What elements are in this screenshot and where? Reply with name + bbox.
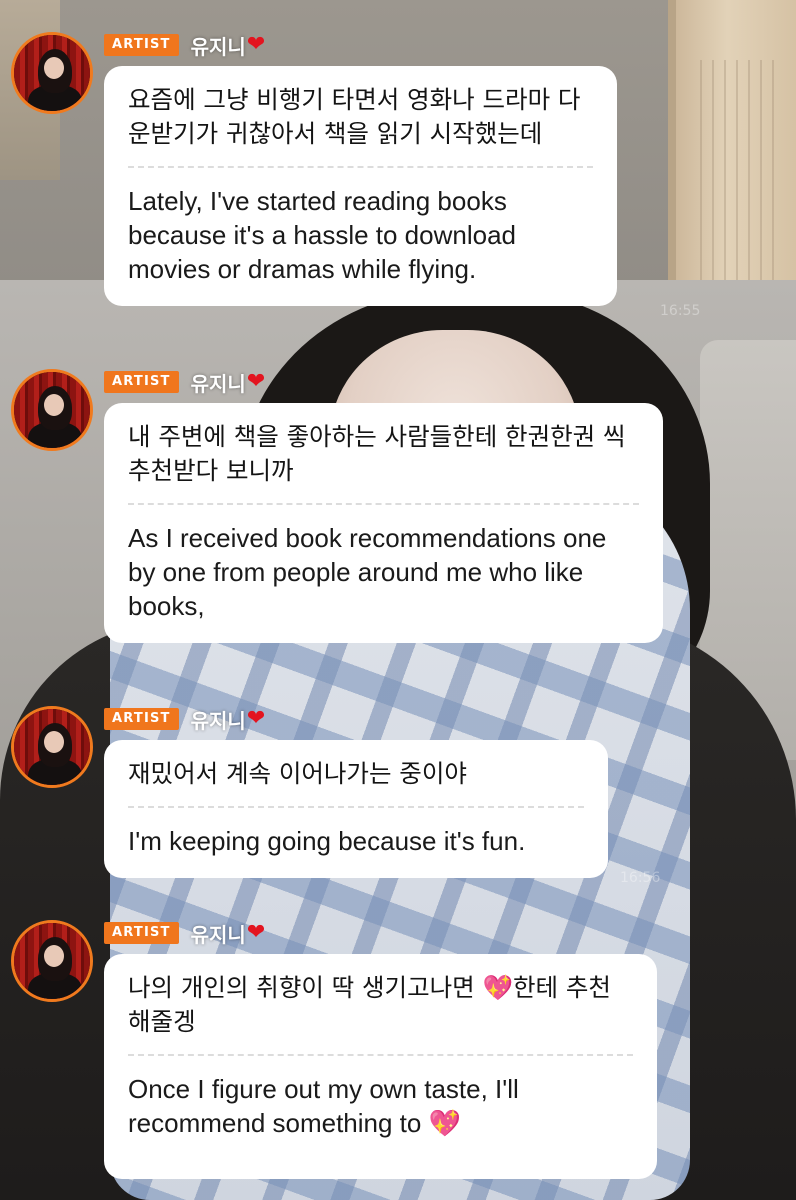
avatar[interactable] xyxy=(11,369,93,451)
username[interactable]: 유지니 xyxy=(191,368,246,397)
username[interactable]: 유지니 xyxy=(191,31,246,60)
message-header: ARTIST 유지니 ❤ xyxy=(104,367,265,397)
artist-badge: ARTIST xyxy=(104,708,179,730)
red-heart-icon: ❤ xyxy=(246,706,266,731)
korean-text: 나의 개인의 취향이 딱 생기고나면 💖한테 추천해줄겡 xyxy=(128,973,611,1036)
message-header: ARTIST 유지니 ❤ xyxy=(104,704,265,734)
red-heart-icon: ❤ xyxy=(246,369,266,394)
chat-feed: ARTIST 유지니 ❤ 요즘에 그냥 비행기 타면서 영화나 드라마 다 운받… xyxy=(0,0,796,1200)
korean-text: 요즘에 그냥 비행기 타면서 영화나 드라마 다 운받기가 귀찮아서 책을 읽기… xyxy=(128,85,581,148)
english-translation: I'm keeping going because it's fun. xyxy=(128,826,526,856)
avatar[interactable] xyxy=(11,32,93,114)
english-translation: As I received book recommendations one b… xyxy=(128,523,607,621)
artist-badge: ARTIST xyxy=(104,34,179,56)
message-bubble: 요즘에 그냥 비행기 타면서 영화나 드라마 다 운받기가 귀찮아서 책을 읽기… xyxy=(104,66,617,306)
avatar[interactable] xyxy=(11,920,93,1002)
red-heart-icon: ❤ xyxy=(246,32,266,57)
username[interactable]: 유지니 xyxy=(191,919,246,948)
avatar[interactable] xyxy=(11,706,93,788)
message-header: ARTIST 유지니 ❤ xyxy=(104,918,265,948)
korean-text: 내 주변에 책을 좋아하는 사람들한테 한권한권 씩 추천받다 보니까 xyxy=(128,422,626,485)
korean-text: 재밌어서 계속 이어나가는 중이야 xyxy=(128,759,467,788)
message-bubble: 나의 개인의 취향이 딱 생기고나면 💖한테 추천해줄겡 Once I figu… xyxy=(104,954,657,1179)
artist-badge: ARTIST xyxy=(104,922,179,944)
artist-badge: ARTIST xyxy=(104,371,179,393)
english-translation: Once I figure out my own taste, I'll rec… xyxy=(128,1074,519,1138)
message-bubble: 내 주변에 책을 좋아하는 사람들한테 한권한권 씩 추천받다 보니까 As I… xyxy=(104,403,663,643)
red-heart-icon: ❤ xyxy=(246,920,266,945)
message-header: ARTIST 유지니 ❤ xyxy=(104,30,265,60)
username[interactable]: 유지니 xyxy=(191,705,246,734)
message-bubble: 재밌어서 계속 이어나가는 중이야 I'm keeping going beca… xyxy=(104,740,608,878)
english-translation: Lately, I've started reading books becau… xyxy=(128,186,516,284)
